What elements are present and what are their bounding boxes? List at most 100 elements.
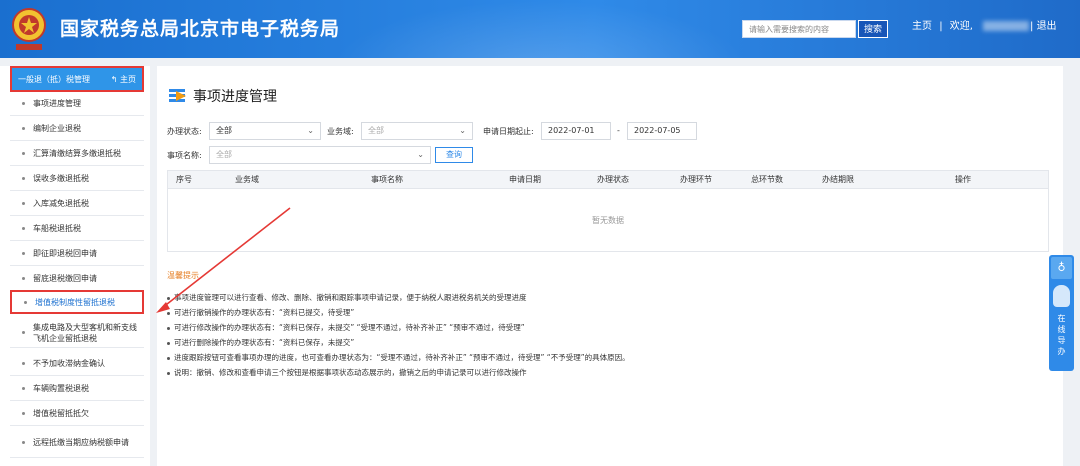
sidebar-item-relief-refund[interactable]: 入库减免退抵税 <box>10 192 144 216</box>
sidebar-item-vat-offset[interactable]: 增值税留抵抵欠 <box>10 402 144 426</box>
site-title: 国家税务总局北京市电子税务局 <box>60 18 341 40</box>
logout-label: 退出 <box>1036 21 1057 32</box>
tips-title: 温馨提示 <box>167 271 199 280</box>
query-button[interactable]: 查询 <box>435 147 473 163</box>
top-header: 国家税务总局北京市电子税务局 请输入需要搜索的内容 搜索 主页 | 欢迎, | … <box>0 0 1080 58</box>
col-item-name: 事项名称 <box>371 175 403 184</box>
domain-label: 业务域: <box>327 127 354 136</box>
item-name-select-value: 全部 <box>216 150 232 159</box>
col-apply-date: 申请日期 <box>509 175 541 184</box>
online-help-label: 在 线 导 办 <box>1057 314 1066 356</box>
user-service-icon: ♁ <box>1051 257 1072 279</box>
sidebar-item-vehicle-vessel-refund[interactable]: 车船税退抵税 <box>10 217 144 241</box>
bullet-icon <box>24 300 27 304</box>
tip-line: 可进行修改操作的办理状态有：“资料已保存，未提交” “受理不通过，待补齐补正” … <box>167 322 525 333</box>
tip-line: 可进行删除操作的办理状态有：“资料已保存，未提交” <box>167 337 354 348</box>
search-button[interactable]: 搜索 <box>858 20 888 38</box>
sidebar-item-label: 编制企业退税 <box>33 124 81 133</box>
col-index: 序号 <box>176 175 192 184</box>
tip-line: 进度跟踪按钮可查看事项办理的进度，也可查看办理状态为：“受理不通过，待补齐补正”… <box>167 352 630 363</box>
bullet-icon <box>22 277 25 280</box>
user-links: 主页 | 欢迎, <box>912 17 1033 32</box>
bullet-icon <box>22 331 25 334</box>
sidebar-home-label: 主页 <box>120 74 136 84</box>
sidebar-item-settlement-refund[interactable]: 汇算清缴结算多缴退抵税 <box>10 142 144 166</box>
bullet-icon <box>22 127 25 130</box>
col-deadline: 办结期限 <box>822 175 854 184</box>
sidebar-item-immediate-refund[interactable]: 即征即退税回申请 <box>10 242 144 266</box>
tip-line: 可进行撤销操作的办理状态有：“资料已提交，待受理” <box>167 307 354 318</box>
sidebar-item-label: 增值税制度性留抵退税 <box>35 297 115 307</box>
sidebar-item-label: 留底退税缴回申请 <box>33 274 97 283</box>
domain-select[interactable]: 全部 ⌄ <box>361 122 473 140</box>
status-select-value: 全部 <box>216 126 232 135</box>
table-header: 序号 业务域 事项名称 申请日期 办理状态 办理环节 总环节数 办结期限 操作 <box>168 171 1048 189</box>
logout-link[interactable]: | 退出 <box>1030 17 1057 32</box>
bullet-icon <box>22 252 25 255</box>
bullet-icon <box>22 412 25 415</box>
header-decoration <box>330 0 750 58</box>
sidebar-item-label: 误收多缴退抵税 <box>33 174 89 183</box>
records-table: 序号 业务域 事项名称 申请日期 办理状态 办理环节 总环节数 办结期限 操作 … <box>167 170 1049 252</box>
tip-line: 说明：撤销、修改和查看申请三个按钮是根据事项状态动态展示的，撤销之后的申请记录可… <box>167 367 527 378</box>
status-select[interactable]: 全部 ⌄ <box>209 122 321 140</box>
sidebar-item-credit-return[interactable]: 留底退税缴回申请 <box>10 267 144 291</box>
bullet-icon <box>22 202 25 205</box>
page-title: 事项进度管理 <box>169 86 277 106</box>
sidebar-item-label: 远程抵缴当期应纳税额申请 <box>33 438 129 447</box>
bullet-icon <box>22 177 25 180</box>
sidebar-item-label: 增值税留抵抵欠 <box>33 409 89 418</box>
welcome-text: 欢迎, <box>949 21 973 32</box>
sidebar-item-label: 入库减免退抵税 <box>33 199 89 208</box>
sidebar-section-header: 一般退（抵）税管理 ↰ 主页 <box>10 66 144 92</box>
sidebar-section-title: 一般退（抵）税管理 <box>18 74 90 84</box>
sidebar-item-vat-credit-refund[interactable]: 增值税制度性留抵退税 <box>10 290 144 314</box>
bullet-icon <box>22 227 25 230</box>
chevron-down-icon: ⌄ <box>459 126 466 135</box>
col-stage: 办理环节 <box>680 175 712 184</box>
chevron-down-icon: ⌄ <box>307 126 314 135</box>
col-total-stages: 总环节数 <box>751 175 783 184</box>
home-link[interactable]: 主页 <box>912 21 932 32</box>
chevron-down-icon: ⌄ <box>417 150 424 159</box>
item-name-label: 事项名称: <box>167 151 202 160</box>
status-label: 办理状态: <box>167 127 202 136</box>
sidebar-item-enterprise-refund[interactable]: 编制企业退税 <box>10 117 144 141</box>
col-status: 办理状态 <box>597 175 629 184</box>
tip-line: 事项进度管理可以进行查看、修改、删除、撤销和跟踪事项申请记录，便于纳税人跟进税务… <box>167 292 527 303</box>
bullet-icon <box>22 102 25 105</box>
item-name-select[interactable]: 全部 ⌄ <box>209 146 431 164</box>
table-empty-text: 暂无数据 <box>592 216 624 225</box>
bullet-icon <box>22 362 25 365</box>
sidebar-item-label: 车船税退抵税 <box>33 224 81 233</box>
robot-icon <box>1053 285 1070 307</box>
link-divider: | <box>939 21 943 32</box>
sidebar-item-label: 事项进度管理 <box>33 99 81 108</box>
username-redacted <box>983 21 1030 31</box>
page-title-icon <box>169 89 189 103</box>
sidebar-item-vehicle-purchase-refund[interactable]: 车辆购置税退税 <box>10 377 144 401</box>
bullet-icon <box>22 387 25 390</box>
sidebar-item-overpaid-refund[interactable]: 误收多缴退抵税 <box>10 167 144 191</box>
tax-emblem-icon <box>12 8 46 50</box>
col-domain: 业务域 <box>235 175 259 184</box>
sidebar-item-label: 汇算清缴结算多缴退抵税 <box>33 149 121 158</box>
date-separator: - <box>617 126 620 135</box>
col-actions: 操作 <box>955 175 971 184</box>
domain-select-value: 全部 <box>368 126 384 135</box>
sidebar-item-progress[interactable]: 事项进度管理 <box>10 92 144 116</box>
sidebar-item-ic-aircraft-refund[interactable]: 集成电路及大型客机和新支线飞机企业留抵退税 <box>10 318 144 348</box>
online-help-widget[interactable]: ♁ 在 线 导 办 <box>1049 255 1074 371</box>
search-input[interactable]: 请输入需要搜索的内容 <box>742 20 856 38</box>
date-start-input[interactable]: 2022-07-01 <box>541 122 611 140</box>
sidebar-item-label: 车辆购置税退税 <box>33 384 89 393</box>
bullet-icon <box>22 441 25 444</box>
sidebar: 一般退（抵）税管理 ↰ 主页 事项进度管理 编制企业退税 汇算清缴结算多缴退抵税… <box>0 66 150 466</box>
sidebar-item-label: 集成电路及大型客机和新支线飞机企业留抵退税 <box>33 322 137 343</box>
page-title-text: 事项进度管理 <box>193 89 277 105</box>
sidebar-item-remote-offset[interactable]: 远程抵缴当期应纳税额申请 <box>10 428 144 458</box>
sidebar-item-late-fee-waiver[interactable]: 不予加收滞纳金确认 <box>10 352 144 376</box>
date-range-label: 申请日期起止: <box>483 127 534 136</box>
date-end-input[interactable]: 2022-07-05 <box>627 122 697 140</box>
sidebar-home-button[interactable]: ↰ 主页 <box>111 74 136 85</box>
